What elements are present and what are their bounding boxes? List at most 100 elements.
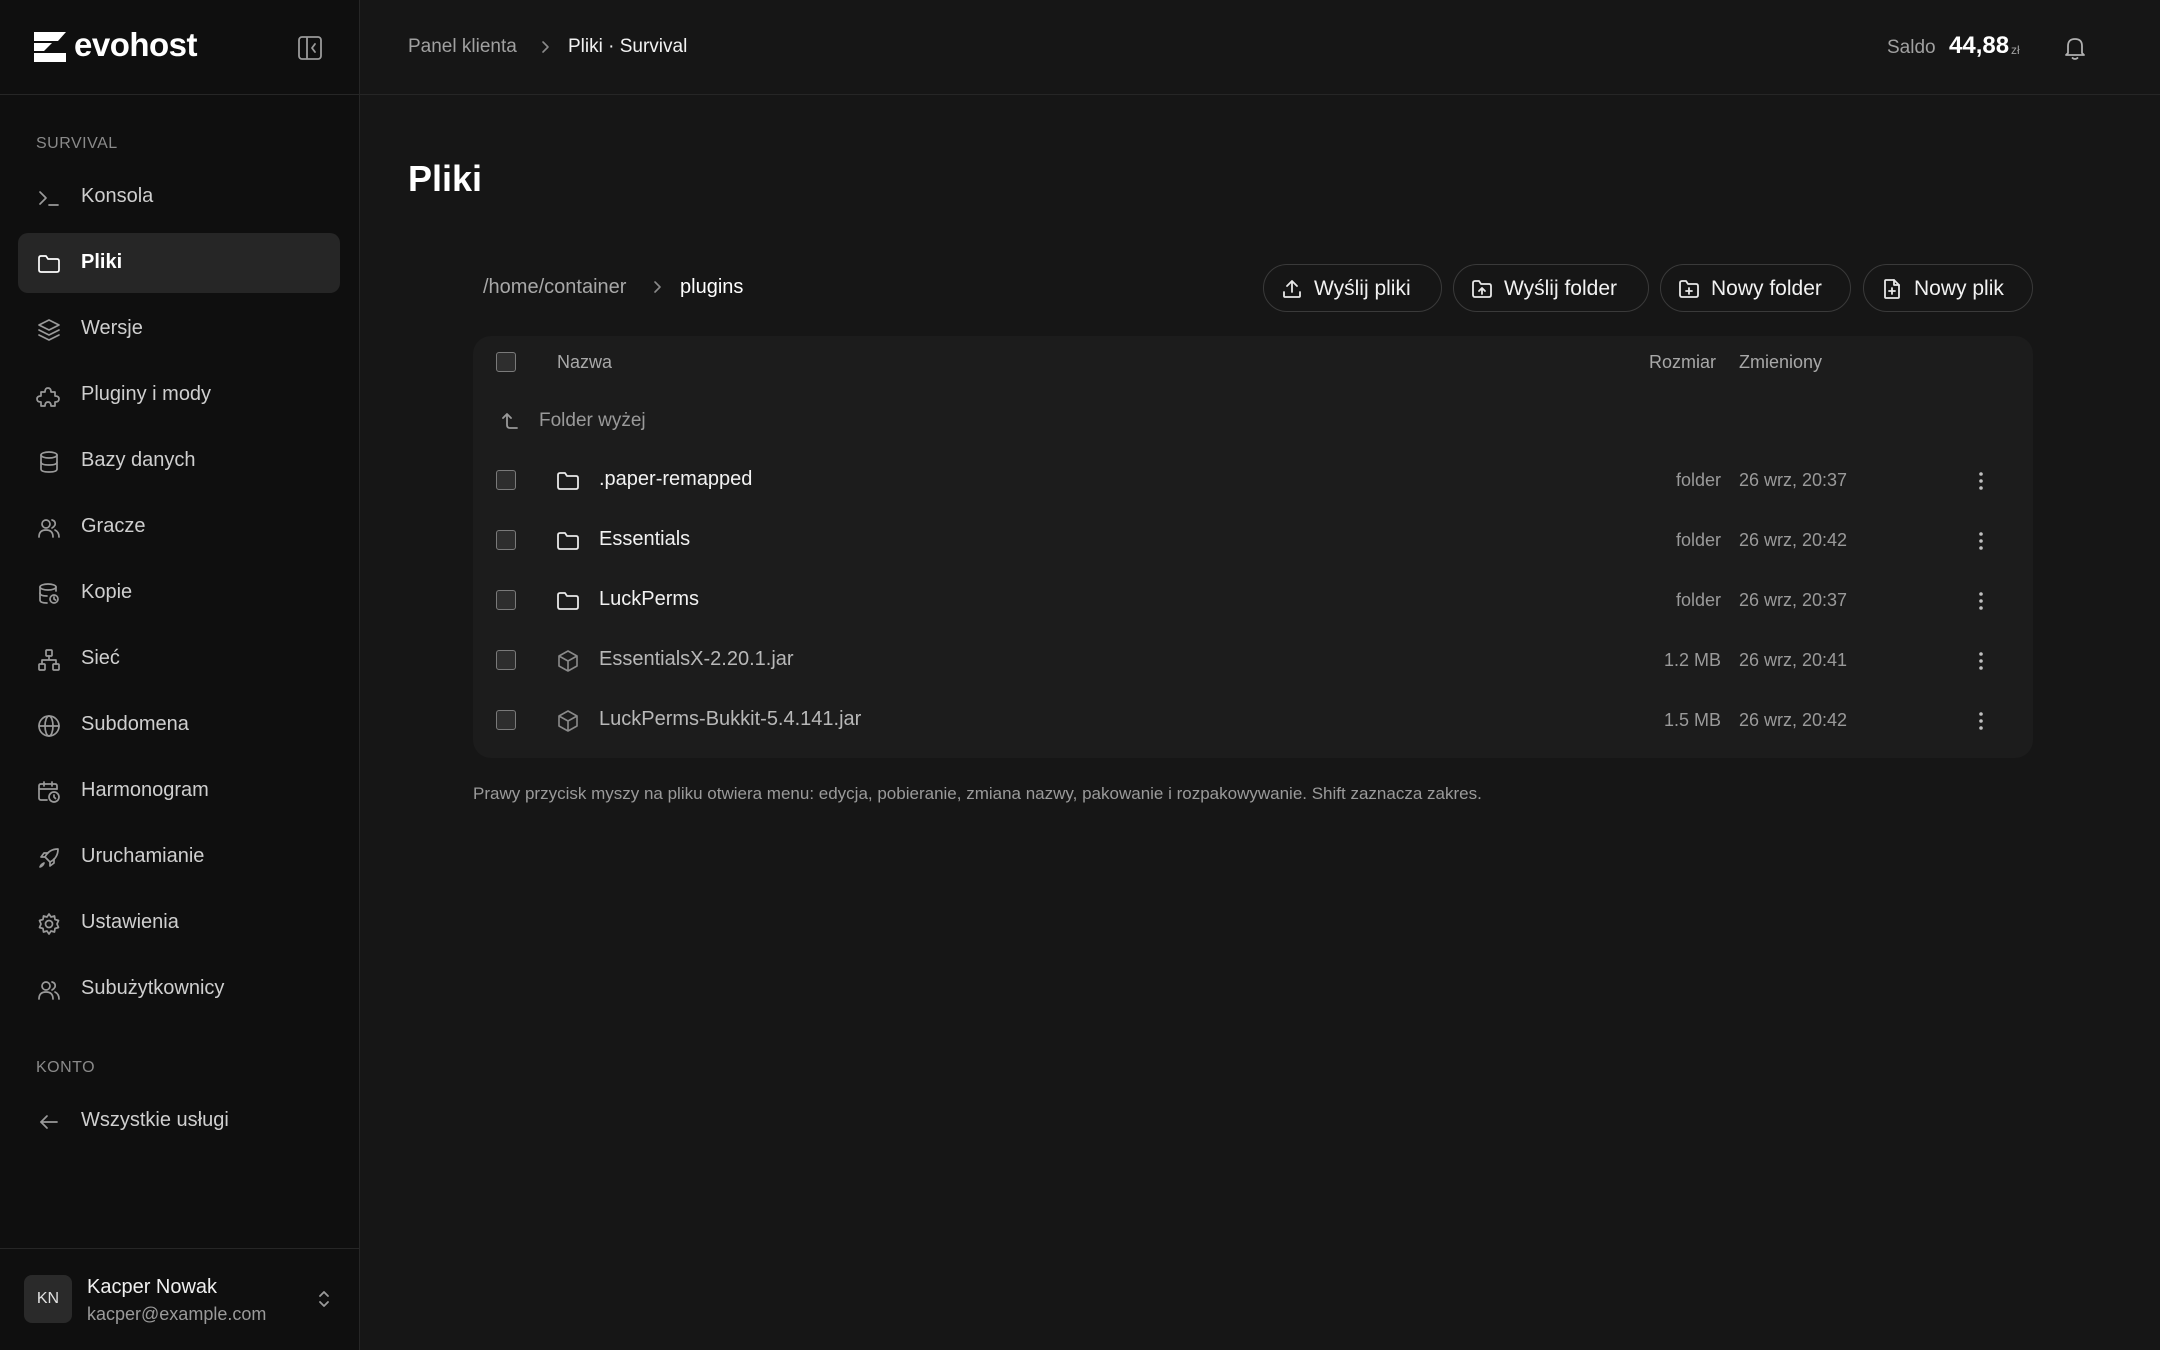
sidebar-item-subuzytkownicy[interactable]: Subużytkownicy xyxy=(18,959,340,1019)
sidebar-item-pluginy[interactable]: Pluginy i mody xyxy=(18,365,340,425)
folder-upload-icon xyxy=(1472,280,1492,298)
row-size: folder xyxy=(1675,470,1721,490)
upload-files-label: Wyślij pliki xyxy=(1314,277,1411,300)
sidebar-item-subdomena[interactable]: Subdomena xyxy=(18,695,340,755)
balance-value: 44,88 xyxy=(1949,32,2010,59)
sidebar-item-label: Gracze xyxy=(81,515,146,537)
file-table: Nazwa Rozmiar Zmieniony Folder wyżej .pa… xyxy=(473,336,2033,758)
row-size: 1.2 MB xyxy=(1663,650,1721,670)
sidebar-section-account: KONTO xyxy=(36,1059,96,1076)
column-header-size[interactable]: Rozmiar xyxy=(1649,352,1716,373)
row-modified: 26 wrz, 20:42 xyxy=(1739,530,1848,550)
user-menu[interactable]: KN Kacper Nowak kacper@example.com xyxy=(0,1248,359,1350)
evohost-logo-icon xyxy=(34,32,66,62)
more-vertical-icon[interactable] xyxy=(1967,527,1995,555)
sidebar-item-label: Wersje xyxy=(81,317,143,339)
arrow-up-left-icon xyxy=(502,413,518,429)
column-header-modified[interactable]: Zmieniony xyxy=(1739,352,1822,373)
arrow-left-icon xyxy=(36,1109,62,1135)
sidebar-item-wersje[interactable]: Wersje xyxy=(18,299,340,359)
row-modified: 26 wrz, 20:42 xyxy=(1739,710,1848,730)
sidebar: evohost SURVIVAL Konsola Pliki Wersje Pl… xyxy=(0,0,360,1350)
topbar: Panel klienta Pliki · Survival Saldo 44,… xyxy=(360,0,2160,95)
users-icon xyxy=(36,515,62,541)
row-modified: 26 wrz, 20:37 xyxy=(1739,470,1848,490)
sidebar-item-label: Subdomena xyxy=(81,713,189,735)
context-menu-hint: Prawy przycisk myszy na pliku otwiera me… xyxy=(473,784,1482,803)
upload-folder-label: Wyślij folder xyxy=(1504,277,1617,300)
sidebar-item-kopie[interactable]: Kopie xyxy=(18,563,340,623)
package-icon xyxy=(558,710,578,732)
sidebar-collapse-icon[interactable] xyxy=(296,34,324,62)
more-vertical-icon[interactable] xyxy=(1967,467,1995,495)
new-folder-button[interactable]: Nowy folder xyxy=(1660,264,1851,312)
row-checkbox[interactable] xyxy=(496,710,516,730)
more-vertical-icon[interactable] xyxy=(1967,707,1995,735)
gear-icon xyxy=(36,911,62,937)
more-vertical-icon[interactable] xyxy=(1967,587,1995,615)
sidebar-item-label: Subużytkownicy xyxy=(81,977,225,999)
chevron-right-icon xyxy=(542,41,549,53)
upload-files-button[interactable]: Wyślij pliki xyxy=(1263,264,1442,312)
balance-currency: zł xyxy=(2011,43,2020,57)
chevrons-up-down-icon[interactable] xyxy=(312,1287,336,1311)
row-checkbox[interactable] xyxy=(496,470,516,490)
sidebar-item-pliki[interactable]: Pliki xyxy=(18,233,340,293)
row-modified: 26 wrz, 20:41 xyxy=(1739,650,1848,670)
sidebar-item-label: Bazy danych xyxy=(81,449,196,471)
sidebar-item-label: Uruchamianie xyxy=(81,845,205,867)
bell-icon[interactable] xyxy=(2060,33,2090,63)
sidebar-item-gracze[interactable]: Gracze xyxy=(18,497,340,557)
sidebar-item-all-services[interactable]: Wszystkie usługi xyxy=(18,1091,340,1151)
terminal-icon xyxy=(36,185,62,211)
calendar-clock-icon xyxy=(36,779,62,805)
sidebar-item-label: Pluginy i mody xyxy=(81,383,212,405)
globe-icon xyxy=(36,713,62,739)
row-name[interactable]: LuckPerms-Bukkit-5.4.141.jar xyxy=(599,708,861,731)
sidebar-item-ustawienia[interactable]: Ustawienia xyxy=(18,893,340,953)
sidebar-section-server: SURVIVAL xyxy=(36,135,118,152)
select-all-checkbox[interactable] xyxy=(496,352,516,372)
row-name[interactable]: EssentialsX-2.20.1.jar xyxy=(599,648,794,671)
row-size: folder xyxy=(1675,530,1721,550)
table-row[interactable]: EssentialsX-2.20.1.jar 1.2 MB 26 wrz, 20… xyxy=(473,630,2033,690)
new-folder-label: Nowy folder xyxy=(1711,277,1822,300)
row-checkbox[interactable] xyxy=(496,530,516,550)
sidebar-item-uruchamianie[interactable]: Uruchamianie xyxy=(18,827,340,887)
table-row[interactable]: .paper-remapped folder 26 wrz, 20:37 xyxy=(473,450,2033,510)
table-row[interactable]: Essentials folder 26 wrz, 20:42 xyxy=(473,510,2033,570)
user-email: kacper@example.com xyxy=(87,1304,267,1324)
file-plus-icon xyxy=(1884,279,1900,299)
column-header-name[interactable]: Nazwa xyxy=(557,352,612,373)
path-root-link[interactable]: /home/container xyxy=(483,276,626,299)
breadcrumb-parent-link[interactable]: Panel klienta xyxy=(408,36,517,58)
sidebar-item-siec[interactable]: Sieć xyxy=(18,629,340,689)
balance-label: Saldo xyxy=(1887,37,1936,58)
table-row[interactable]: LuckPerms-Bukkit-5.4.141.jar 1.5 MB 26 w… xyxy=(473,690,2033,750)
avatar: KN xyxy=(24,1275,72,1323)
upload-folder-button[interactable]: Wyślij folder xyxy=(1453,264,1649,312)
parent-folder-label: Folder wyżej xyxy=(539,410,646,431)
row-name[interactable]: .paper-remapped xyxy=(599,468,752,491)
table-row[interactable]: LuckPerms folder 26 wrz, 20:37 xyxy=(473,570,2033,630)
folder-icon xyxy=(557,472,579,490)
users-icon xyxy=(36,977,62,1003)
row-checkbox[interactable] xyxy=(496,590,516,610)
row-name[interactable]: Essentials xyxy=(599,528,690,551)
sidebar-item-konsola[interactable]: Konsola xyxy=(18,167,340,227)
sidebar-item-harmonogram[interactable]: Harmonogram xyxy=(18,761,340,821)
parent-folder-row[interactable]: Folder wyżej xyxy=(473,396,2033,446)
sidebar-item-bazy-danych[interactable]: Bazy danych xyxy=(18,431,340,491)
more-vertical-icon[interactable] xyxy=(1967,647,1995,675)
app-root: evohost SURVIVAL Konsola Pliki Wersje Pl… xyxy=(0,0,2160,1350)
path-current: plugins xyxy=(680,276,744,298)
row-checkbox[interactable] xyxy=(496,650,516,670)
row-name[interactable]: LuckPerms xyxy=(599,588,699,611)
new-file-button[interactable]: Nowy plik xyxy=(1863,264,2033,312)
folder-icon xyxy=(36,251,62,277)
package-icon xyxy=(558,650,578,672)
database-backup-icon xyxy=(36,581,62,607)
network-icon xyxy=(36,647,62,673)
sidebar-item-label: Kopie xyxy=(81,581,133,603)
upload-icon xyxy=(1283,280,1301,298)
